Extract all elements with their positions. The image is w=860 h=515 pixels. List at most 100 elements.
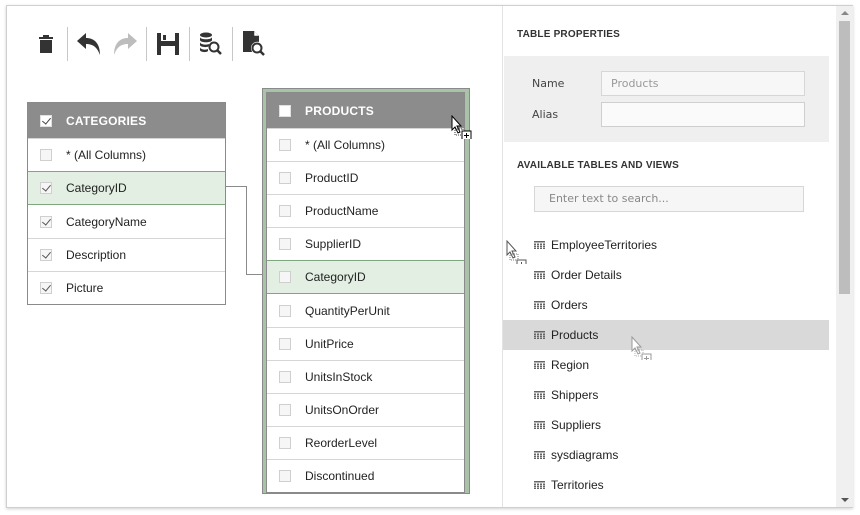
table-properties-title: TABLE PROPERTIES <box>517 29 621 40</box>
available-tables-list: EmployeeTerritories Order Details Orders Pr… <box>503 230 829 500</box>
column-row[interactable]: QuantityPerUnit <box>267 294 464 327</box>
table-icon <box>534 360 545 369</box>
available-table-label: Suppliers <box>551 418 602 432</box>
redo-icon <box>114 33 137 55</box>
save-button[interactable] <box>150 27 186 61</box>
table-icon <box>534 450 545 459</box>
table-icon <box>534 300 545 309</box>
column-label: QuantityPerUnit <box>305 303 390 318</box>
column-row[interactable]: * (All Columns) <box>28 138 225 171</box>
column-label: ProductName <box>305 204 379 218</box>
column-checkbox[interactable] <box>279 205 291 217</box>
header-checkbox[interactable] <box>40 114 52 127</box>
table-icon <box>534 390 545 399</box>
column-checkbox[interactable] <box>279 338 291 350</box>
column-checkbox[interactable] <box>40 215 52 228</box>
available-table-label: Orders <box>551 298 588 312</box>
column-row[interactable]: Description <box>28 238 225 271</box>
trash-icon <box>39 35 53 53</box>
column-checkbox[interactable] <box>279 172 291 184</box>
column-row[interactable]: ProductName <box>267 194 464 227</box>
redo-button[interactable] <box>107 27 143 61</box>
available-table-label: Products <box>551 328 599 342</box>
table-title: PRODUCTS <box>305 103 374 118</box>
column-checkbox[interactable] <box>279 404 291 416</box>
column-label: CategoryName <box>66 214 147 229</box>
column-checkbox[interactable] <box>40 249 52 261</box>
column-row[interactable]: UnitPrice <box>267 327 464 360</box>
column-checkbox[interactable] <box>279 371 291 383</box>
arrow-up-icon <box>840 11 849 15</box>
table-icon <box>534 240 545 249</box>
table-icon <box>534 480 545 489</box>
column-label: SupplierID <box>305 237 362 251</box>
header-checkbox[interactable] <box>279 104 291 117</box>
table-search-input[interactable]: Enter text to search... <box>534 186 804 212</box>
sql-preview-button[interactable] <box>236 27 272 61</box>
column-row[interactable]: CategoryID <box>28 171 225 205</box>
available-table-item[interactable]: Shippers <box>503 380 829 410</box>
column-label: UnitsOnOrder <box>305 403 380 417</box>
column-label: UnitsInStock <box>305 370 373 384</box>
column-checkbox[interactable] <box>279 470 291 482</box>
column-checkbox[interactable] <box>40 182 52 194</box>
available-table-item[interactable]: sysdiagrams <box>503 440 829 470</box>
delete-button[interactable] <box>28 27 64 61</box>
column-row[interactable]: CategoryName <box>28 205 225 238</box>
table-icon <box>534 270 545 279</box>
alias-field[interactable] <box>601 102 805 127</box>
table-icon <box>534 330 545 339</box>
column-checkbox[interactable] <box>279 139 291 151</box>
available-table-item[interactable]: EmployeeTerritories <box>503 230 829 260</box>
table-header[interactable]: PRODUCTS <box>267 93 464 128</box>
available-table-item[interactable]: Region <box>503 350 829 380</box>
column-row[interactable]: ProductID <box>267 161 464 194</box>
undo-button[interactable] <box>71 27 107 61</box>
table-card-products[interactable]: PRODUCTS * (All Columns) ProductID Product… <box>266 92 465 493</box>
column-checkbox[interactable] <box>40 282 52 294</box>
column-row[interactable]: CategoryID <box>267 260 464 294</box>
toolbar-separator <box>146 27 147 61</box>
available-table-item[interactable]: Orders <box>503 290 829 320</box>
column-row[interactable]: * (All Columns) <box>267 128 464 161</box>
available-table-item[interactable]: Territories <box>503 470 829 500</box>
column-row[interactable]: SupplierID <box>267 227 464 260</box>
column-label: Discontinued <box>305 469 375 483</box>
panel-scrollbar[interactable] <box>836 6 853 507</box>
data-preview-button[interactable] <box>193 27 229 61</box>
column-row[interactable]: Discontinued <box>267 459 464 492</box>
available-table-label: Territories <box>551 478 604 492</box>
column-row[interactable]: UnitsInStock <box>267 360 464 393</box>
column-label: UnitPrice <box>305 337 354 351</box>
save-icon <box>157 33 179 55</box>
scroll-down-button[interactable] <box>836 493 853 507</box>
available-table-label: sysdiagrams <box>551 448 619 462</box>
alias-label: Alias <box>532 108 559 121</box>
scroll-up-button[interactable] <box>836 6 853 20</box>
available-table-item[interactable]: Order Details <box>503 260 829 290</box>
table-properties-box: Name Products Alias <box>504 56 829 142</box>
column-checkbox[interactable] <box>279 271 291 283</box>
name-field[interactable]: Products <box>601 71 805 96</box>
column-row[interactable]: ReorderLevel <box>267 426 464 459</box>
table-title: CATEGORIES <box>66 113 147 128</box>
table-header[interactable]: CATEGORIES <box>28 103 225 138</box>
column-label: * (All Columns) <box>305 138 386 152</box>
available-table-item[interactable]: Products <box>503 320 829 350</box>
column-checkbox[interactable] <box>279 437 291 449</box>
toolbar-separator <box>67 27 68 61</box>
available-tables-title: AVAILABLE TABLES AND VIEWS <box>517 160 680 171</box>
column-label: CategoryID <box>305 270 366 284</box>
document-search-icon <box>243 31 265 56</box>
table-icon <box>534 420 545 429</box>
column-checkbox[interactable] <box>279 238 291 250</box>
available-table-item[interactable]: Suppliers <box>503 410 829 440</box>
table-card-categories[interactable]: CATEGORIES * (All Columns) CategoryID Cate… <box>27 102 226 305</box>
column-checkbox[interactable] <box>279 304 291 317</box>
arrow-down-icon <box>840 498 849 502</box>
available-table-label: Region <box>551 358 590 372</box>
column-checkbox[interactable] <box>40 149 52 161</box>
column-row[interactable]: Picture <box>28 271 225 304</box>
scrollbar-thumb[interactable] <box>839 21 850 294</box>
column-row[interactable]: UnitsOnOrder <box>267 393 464 426</box>
